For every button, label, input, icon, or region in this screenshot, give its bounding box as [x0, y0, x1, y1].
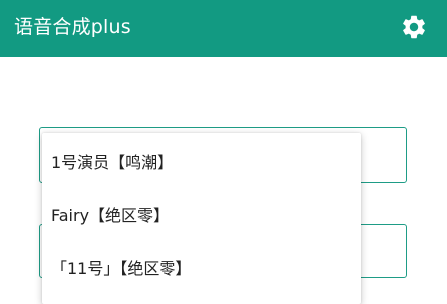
app-title: 语音合成plus: [14, 16, 131, 38]
settings-button[interactable]: [395, 8, 433, 46]
dropdown-option[interactable]: 「11号」【绝区零】: [42, 241, 361, 293]
app-screen: 语音合成plus 1号演员【鸣潮】 Fairy【绝区零】 「11号」【绝区零】: [0, 0, 447, 304]
app-bar: 语音合成plus: [0, 0, 447, 57]
voice-dropdown-menu: 1号演员【鸣潮】 Fairy【绝区零】 「11号」【绝区零】: [42, 133, 361, 304]
gear-icon: [403, 15, 425, 39]
dropdown-option[interactable]: 1号演员【鸣潮】: [42, 135, 361, 187]
dropdown-option[interactable]: Fairy【绝区零】: [42, 188, 361, 240]
